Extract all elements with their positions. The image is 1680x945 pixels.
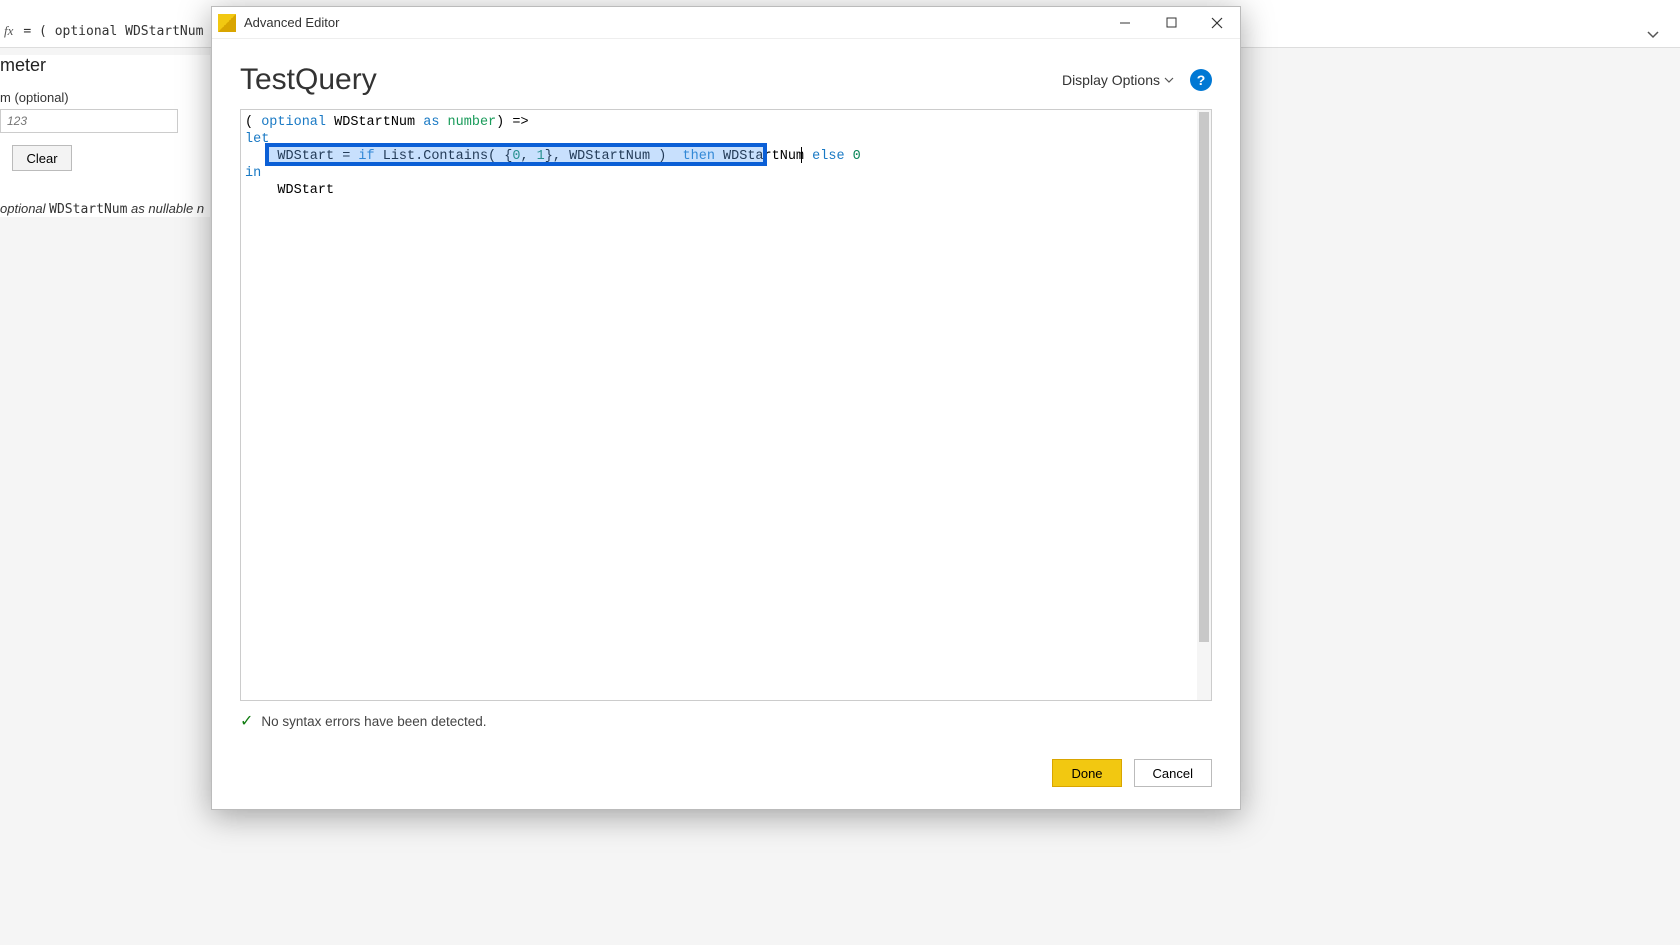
signature-text: optional WDStartNum as nullable n	[0, 201, 210, 217]
panel-title: meter	[0, 55, 210, 76]
text-cursor	[801, 147, 802, 163]
app-logo-icon	[218, 14, 236, 32]
status-bar: ✓ No syntax errors have been detected.	[240, 701, 1212, 741]
code-editor[interactable]: ( optional WDStartNum as number) => let …	[240, 109, 1212, 701]
vertical-scrollbar[interactable]	[1197, 110, 1211, 700]
query-name: TestQuery	[240, 63, 377, 97]
check-icon: ✓	[240, 711, 253, 731]
formula-bar[interactable]: fx = ( optional WDStartNum a	[0, 17, 210, 45]
minimize-button[interactable]	[1102, 7, 1148, 39]
display-options-dropdown[interactable]: Display Options	[1062, 72, 1174, 88]
formula-text: = ( optional WDStartNum a	[23, 24, 210, 39]
done-button[interactable]: Done	[1052, 759, 1121, 787]
fx-icon: fx	[4, 23, 13, 39]
title-bar: Advanced Editor	[212, 7, 1240, 39]
field-label: m (optional)	[0, 90, 210, 105]
cancel-button[interactable]: Cancel	[1134, 759, 1212, 787]
help-icon[interactable]: ?	[1190, 69, 1212, 91]
scroll-thumb[interactable]	[1199, 112, 1209, 642]
status-text: No syntax errors have been detected.	[261, 714, 486, 729]
window-title: Advanced Editor	[244, 15, 1102, 30]
chevron-down-icon[interactable]	[1644, 26, 1662, 44]
clear-button[interactable]: Clear	[12, 145, 72, 171]
param-input[interactable]	[0, 109, 178, 133]
maximize-button[interactable]	[1148, 7, 1194, 39]
advanced-editor-window: Advanced Editor TestQuery Display Option…	[211, 6, 1241, 810]
close-button[interactable]	[1194, 7, 1240, 39]
parameter-panel: meter m (optional) Clear optional WDStar…	[0, 55, 210, 217]
